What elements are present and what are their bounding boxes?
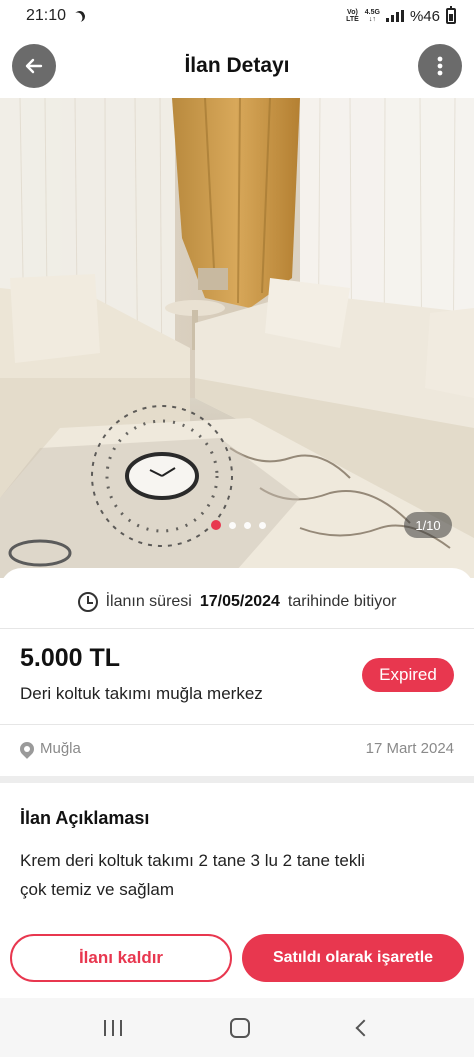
expiry-prefix: İlanın süresi	[105, 593, 192, 610]
volte-top: Vo)	[347, 9, 358, 16]
mark-as-sold-button[interactable]: Satıldı olarak işaretle	[242, 934, 464, 982]
listing-price: 5.000 TL	[20, 644, 121, 672]
do-not-disturb-icon	[72, 8, 87, 23]
action-buttons: İlanı kaldır Satıldı olarak işaretle	[10, 934, 464, 982]
location-row: Muğla 17 Mart 2024	[17, 738, 454, 759]
volte-indicator: Vo) LTE	[346, 9, 359, 23]
status-bar: 21:10 Vo) LTE 4.5G ↓↑ %46	[0, 0, 474, 32]
clock-icon	[77, 592, 98, 612]
recent-apps-icon[interactable]	[104, 1019, 122, 1036]
listing-date: 17 Mart 2024	[365, 740, 454, 757]
page-title: İlan Detayı	[184, 54, 290, 77]
description-heading: İlan Açıklaması	[20, 808, 150, 828]
network-gen-bottom: ↓↑	[368, 16, 376, 23]
pagination-dot[interactable]	[244, 521, 251, 529]
gallery-pagination	[211, 520, 266, 530]
description-line: çok temiz ve sağlam	[20, 880, 174, 899]
system-back-icon[interactable]	[355, 1019, 373, 1036]
status-left: 21:10	[26, 7, 85, 25]
pagination-dot[interactable]	[229, 521, 236, 529]
signal-icon	[385, 10, 404, 22]
pagination-dot[interactable]	[259, 521, 266, 529]
status-badge: Expired	[362, 658, 454, 692]
volte-bottom: LTE	[346, 16, 359, 23]
divider	[0, 724, 474, 725]
pagination-dot-active[interactable]	[211, 520, 221, 530]
divider	[0, 628, 474, 629]
network-gen-indicator: 4.5G ↓↑	[365, 9, 380, 23]
location-label: Muğla	[40, 740, 81, 757]
expiry-notice: İlanın süresi 17/05/2024 tarihinde bitiy…	[0, 592, 474, 612]
battery-percent: %46	[409, 7, 440, 25]
section-separator	[0, 776, 474, 783]
expiry-suffix: tarihinde bitiyor	[287, 593, 397, 610]
photo-counter: 1/10	[404, 512, 452, 538]
status-time: 21:10	[26, 7, 67, 24]
location: Muğla	[17, 738, 81, 759]
description-line: Krem deri koltuk takımı 2 tane 3 lu 2 ta…	[20, 851, 365, 870]
app-header: İlan Detayı	[0, 40, 474, 92]
status-right: Vo) LTE 4.5G ↓↑ %46	[346, 6, 456, 25]
arrow-left-icon	[25, 58, 43, 74]
listing-title: Deri koltuk takımı muğla merkez	[20, 684, 263, 703]
battery-icon	[446, 6, 456, 24]
back-button[interactable]	[12, 44, 56, 88]
home-icon[interactable]	[230, 1017, 250, 1038]
living-room-photo	[0, 98, 474, 578]
remove-listing-button[interactable]: İlanı kaldır	[10, 934, 232, 982]
network-gen-top: 4.5G	[364, 9, 380, 16]
system-navigation-bar	[0, 998, 474, 1057]
location-pin-icon	[17, 738, 37, 759]
listing-photo[interactable]	[0, 98, 474, 578]
more-options-button[interactable]	[418, 44, 462, 88]
more-vertical-icon	[437, 56, 443, 76]
expiry-date: 17/05/2024	[199, 593, 280, 610]
description-text: Krem deri koltuk takımı 2 tane 3 lu 2 ta…	[20, 846, 450, 904]
